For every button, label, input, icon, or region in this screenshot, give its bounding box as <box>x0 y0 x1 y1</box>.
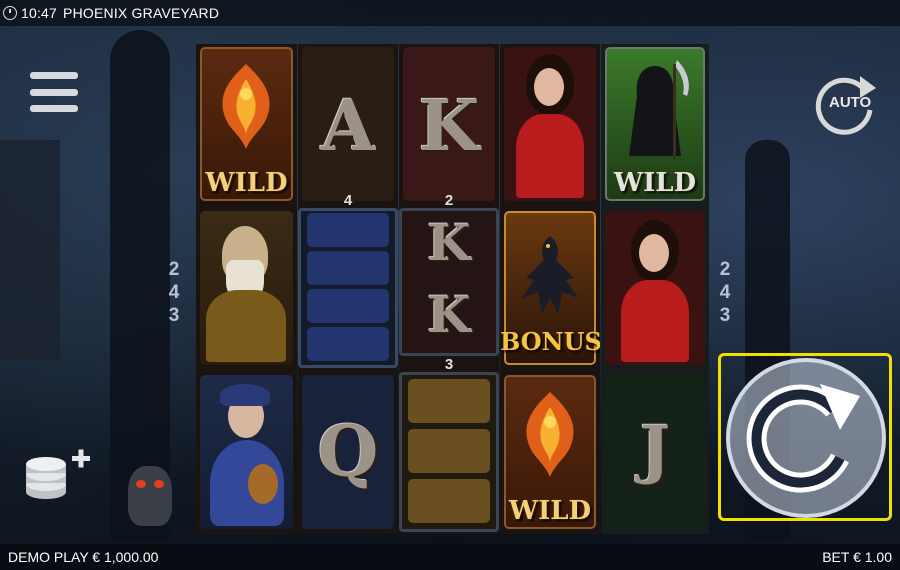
musician-symbol <box>196 372 297 532</box>
bonus-label: BONUS <box>500 327 600 356</box>
maiden-face <box>534 68 564 106</box>
wild-label: WILD <box>205 168 288 198</box>
king-symbol: K <box>399 44 499 204</box>
queen-letter: Q <box>317 410 379 493</box>
maiden-dress <box>516 114 584 198</box>
status-bar: 10:47 PHOENIX GRAVEYARD <box>0 0 900 26</box>
maiden-symbol <box>196 208 297 368</box>
hamburger-menu-icon[interactable] <box>30 72 78 112</box>
ruined-house <box>0 140 60 360</box>
reaper-icon <box>629 60 689 159</box>
old-man-small-stack <box>399 372 499 532</box>
autoplay-label: AUTO <box>829 94 872 111</box>
spin-button[interactable] <box>726 358 886 518</box>
old-man-small-symbol <box>408 479 490 523</box>
king-stack: K K <box>399 208 499 356</box>
musician-hat <box>220 384 270 406</box>
musician-small-symbol <box>307 213 389 247</box>
jack-letter: J <box>639 412 671 487</box>
clock-time: 10:47 <box>21 5 58 21</box>
raven-bonus-symbol: BONUS <box>500 208 600 368</box>
musician-small-symbol <box>307 327 389 361</box>
counter-digit: 4 <box>719 282 731 303</box>
wild-label: WILD <box>508 496 592 526</box>
maiden-dress <box>621 280 689 362</box>
maiden-symbol <box>601 208 709 368</box>
maiden-symbol <box>500 44 600 204</box>
dead-tree-left <box>110 30 170 540</box>
lute <box>248 464 278 504</box>
ace-symbol: A <box>298 44 398 204</box>
autoplay-button[interactable]: AUTO <box>808 66 882 140</box>
reaper-wild-symbol: WILD <box>601 44 709 204</box>
counter-digit: 3 <box>168 305 180 326</box>
king-letter: K <box>418 84 480 167</box>
old-man-small-symbol <box>408 429 490 473</box>
ace-letter: A <box>320 84 376 167</box>
footer-bar: DEMO PLAY € 1,000.00 BET € 1.00 <box>0 544 900 570</box>
skull-lantern-left <box>128 466 172 526</box>
balance-label: DEMO PLAY € 1,000.00 <box>8 549 159 565</box>
phoenix-icon <box>526 392 574 477</box>
game-title: PHOENIX GRAVEYARD <box>63 5 220 21</box>
menu-line <box>30 88 78 96</box>
maiden-face <box>639 234 669 272</box>
jack-symbol: J <box>601 372 709 532</box>
raven-icon <box>522 236 578 314</box>
old-man-small-symbol <box>408 379 490 423</box>
phoenix-wild-symbol: WILD <box>500 372 600 532</box>
musician-small-symbol <box>307 251 389 285</box>
counter-digit: 2 <box>719 259 731 280</box>
spin-arrow-icon <box>746 384 860 493</box>
queen-symbol: Q <box>298 372 398 532</box>
counter-digit: 2 <box>168 259 180 280</box>
old-man-robe <box>206 290 286 362</box>
musician-small-stack <box>298 208 398 368</box>
clock-icon <box>3 6 17 20</box>
menu-line <box>30 105 78 112</box>
king-letter: K <box>427 285 471 344</box>
reel-2-count: 4 <box>343 192 353 209</box>
king-letter: K <box>427 213 471 272</box>
wild-label: WILD <box>613 168 697 198</box>
menu-line <box>30 72 78 79</box>
phoenix-wild-symbol: WILD <box>196 44 297 204</box>
reel-3-top-count: 2 <box>444 192 454 209</box>
phoenix-icon <box>222 64 270 149</box>
musician-small-symbol <box>307 289 389 323</box>
reel-3-bottom-count: 3 <box>444 356 454 373</box>
coin-stack-plus-icon[interactable] <box>24 448 94 504</box>
counter-digit: 4 <box>168 282 180 303</box>
left-ways-counter: 2 4 3 <box>163 258 185 378</box>
counter-digit: 3 <box>719 305 731 326</box>
bet-label[interactable]: BET € 1.00 <box>822 549 892 565</box>
